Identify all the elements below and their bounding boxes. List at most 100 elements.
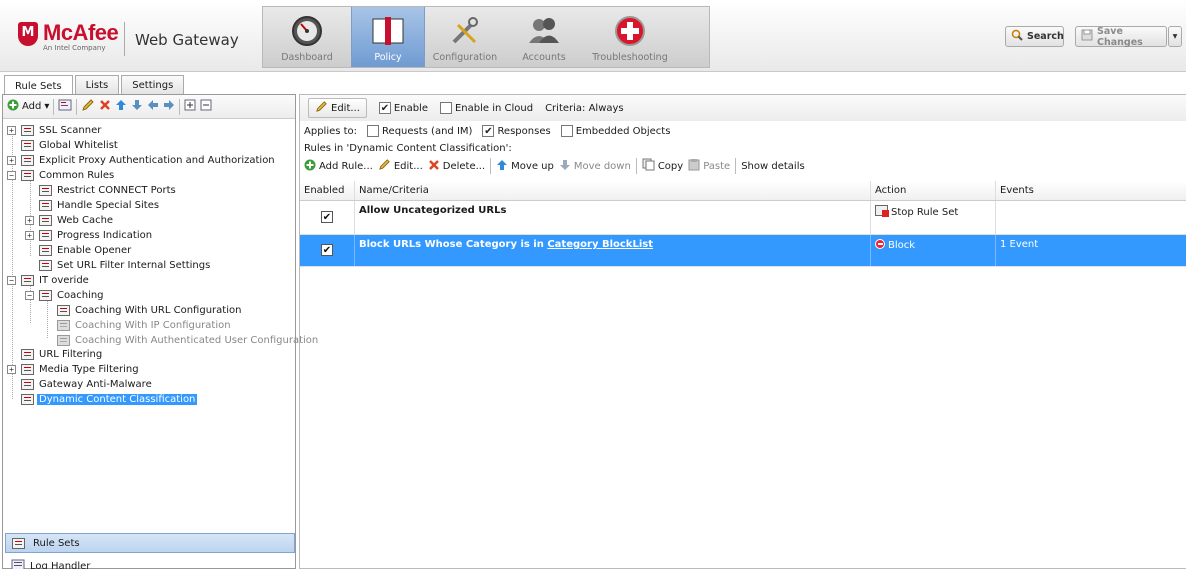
column-events[interactable]: Events <box>996 181 1186 200</box>
delete-rule-button[interactable]: Delete... <box>428 159 485 174</box>
tools-icon <box>448 14 482 48</box>
criteria-text: Criteria: Always <box>545 102 624 114</box>
tree-item-explicit-proxy[interactable]: + Explicit Proxy Authentication and Auth… <box>7 153 277 167</box>
log-handler-icon <box>11 559 25 569</box>
move-down-button[interactable]: Move down <box>559 159 631 174</box>
tree-item-coaching-url-configuration[interactable]: Coaching With URL Configuration <box>43 303 243 317</box>
tree-item-coaching-authenticated-user[interactable]: Coaching With Authenticated User Configu… <box>43 333 320 347</box>
column-action[interactable]: Action <box>871 181 996 200</box>
rule-set-properties-icon[interactable] <box>58 99 72 114</box>
paste-button[interactable]: Paste <box>688 158 730 174</box>
add-green-icon <box>304 159 316 174</box>
nav-policy[interactable]: Policy <box>351 7 425 67</box>
rule-set-icon <box>39 214 52 226</box>
save-changes-button[interactable]: Save Changes <box>1075 26 1167 48</box>
tree-item-enable-opener[interactable]: Enable Opener <box>25 243 133 257</box>
enable-in-cloud-checkbox[interactable]: Enable in Cloud <box>439 102 533 114</box>
tree-item-it-overide[interactable]: − IT overide <box>7 273 91 287</box>
table-row[interactable]: ✔ Allow Uncategorized URLs Stop Rule Set <box>300 201 1186 235</box>
app-header: M McAfee An Intel Company Web Gateway Da… <box>0 0 1186 72</box>
move-up-button[interactable]: Move up <box>496 159 554 174</box>
bottom-nav-log-handler[interactable]: Log Handler <box>5 556 295 569</box>
rule-set-detail-pane: Edit... ✔ Enable Enable in Cloud Criteri… <box>299 94 1186 569</box>
column-name-criteria[interactable]: Name/Criteria <box>355 181 871 200</box>
save-dropdown-button[interactable]: ▾ <box>1168 26 1182 47</box>
table-row[interactable]: ✔ Block URLs Whose Category is in Catego… <box>300 235 1186 267</box>
tree-item-web-cache[interactable]: + Web Cache <box>25 213 115 227</box>
delete-x-icon[interactable] <box>99 99 111 114</box>
rule-enabled-checkbox[interactable]: ✔ <box>321 244 333 256</box>
tree-item-url-filtering[interactable]: URL Filtering <box>7 347 104 361</box>
edit-rule-set-button[interactable]: Edit... <box>308 98 367 118</box>
tree-item-common-rules[interactable]: − Common Rules <box>7 168 116 182</box>
enable-checkbox[interactable]: ✔ Enable <box>378 102 428 114</box>
rule-sets-pane: Add ▾ + SSL Scanner Global Whitelist + E… <box>2 94 318 569</box>
copy-button[interactable]: Copy <box>642 158 683 174</box>
arrow-up-icon <box>496 159 508 174</box>
block-icon <box>875 239 885 249</box>
expand-plus-icon[interactable]: + <box>7 126 16 135</box>
tree-item-handle-special-sites[interactable]: Handle Special Sites <box>25 198 161 212</box>
red-cross-icon <box>613 14 647 48</box>
rule-name: Allow Uncategorized URLs <box>359 205 507 216</box>
expand-plus-icon[interactable]: + <box>25 216 34 225</box>
rule-set-icon <box>21 274 34 286</box>
rule-events[interactable]: 1 Event <box>996 235 1186 266</box>
expand-plus-icon[interactable]: + <box>7 365 16 374</box>
pencil-icon[interactable] <box>81 98 95 115</box>
bottom-nav-rule-sets[interactable]: Rule Sets <box>5 533 295 553</box>
nav-dashboard[interactable]: Dashboard <box>263 7 351 67</box>
main-nav: Dashboard Policy Configuration Accounts … <box>262 6 710 68</box>
collapse-minus-icon[interactable]: − <box>7 171 16 180</box>
checkbox-unchecked[interactable] <box>439 102 452 114</box>
tree-item-restrict-connect-ports[interactable]: Restrict CONNECT Ports <box>25 183 178 197</box>
nav-troubleshooting[interactable]: Troubleshooting <box>583 7 677 67</box>
tree-item-gateway-anti-malware[interactable]: Gateway Anti-Malware <box>7 377 154 391</box>
brand-name: McAfee <box>43 20 119 45</box>
checkbox-checked[interactable]: ✔ <box>378 102 391 114</box>
applies-requests-checkbox[interactable]: Requests (and IM) <box>367 125 472 137</box>
tab-lists[interactable]: Lists <box>74 75 120 94</box>
stop-rule-set-icon <box>875 205 889 217</box>
rules-in-label: Rules in 'Dynamic Content Classification… <box>304 143 512 154</box>
tree-item-global-whitelist[interactable]: Global Whitelist <box>7 138 120 152</box>
rule-set-icon <box>21 169 34 181</box>
category-blocklist-link[interactable]: Category BlockList <box>547 239 653 250</box>
tree-item-coaching-ip-configuration[interactable]: Coaching With IP Configuration <box>43 318 233 332</box>
arrow-left-icon[interactable] <box>147 99 159 114</box>
add-button[interactable]: Add ▾ <box>7 99 49 114</box>
arrow-down-icon <box>559 159 571 174</box>
edit-rule-button[interactable]: Edit... <box>378 158 423 174</box>
tab-settings[interactable]: Settings <box>121 75 185 94</box>
pencil-icon <box>378 158 391 174</box>
tree-item-dynamic-content-classification[interactable]: Dynamic Content Classification <box>7 392 198 406</box>
arrow-down-icon[interactable] <box>131 99 143 114</box>
arrow-up-icon[interactable] <box>115 99 127 114</box>
tab-rule-sets[interactable]: Rule Sets <box>4 75 73 96</box>
expand-all-icon[interactable] <box>184 99 196 114</box>
show-details-button[interactable]: Show details <box>741 161 804 172</box>
tree-item-set-url-filter-internal-settings[interactable]: Set URL Filter Internal Settings <box>25 258 212 272</box>
nav-configuration[interactable]: Configuration <box>425 7 505 67</box>
collapse-minus-icon[interactable]: − <box>7 276 16 285</box>
add-rule-button[interactable]: Add Rule... <box>304 159 373 174</box>
rule-sets-tree: + SSL Scanner Global Whitelist + Explici… <box>3 121 318 521</box>
tree-item-media-type-filtering[interactable]: + Media Type Filtering <box>7 362 141 376</box>
gauge-icon <box>290 14 324 48</box>
nav-accounts[interactable]: Accounts <box>505 7 583 67</box>
rule-set-icon <box>39 199 52 211</box>
tree-item-coaching[interactable]: − Coaching <box>25 288 106 302</box>
tree-item-ssl-scanner[interactable]: + SSL Scanner <box>7 123 103 137</box>
arrow-right-icon[interactable] <box>163 99 175 114</box>
rule-enabled-checkbox[interactable]: ✔ <box>321 211 333 223</box>
column-enabled[interactable]: Enabled <box>300 181 355 200</box>
expand-plus-icon[interactable]: + <box>7 156 16 165</box>
expand-plus-icon[interactable]: + <box>25 231 34 240</box>
rule-set-icon <box>21 393 34 405</box>
tree-item-progress-indication[interactable]: + Progress Indication <box>25 228 154 242</box>
applies-embedded-objects-checkbox[interactable]: Embedded Objects <box>560 125 670 137</box>
applies-responses-checkbox[interactable]: ✔ Responses <box>482 125 551 137</box>
collapse-minus-icon[interactable]: − <box>25 291 34 300</box>
search-button[interactable]: Search <box>1005 26 1064 47</box>
collapse-all-icon[interactable] <box>200 99 212 114</box>
